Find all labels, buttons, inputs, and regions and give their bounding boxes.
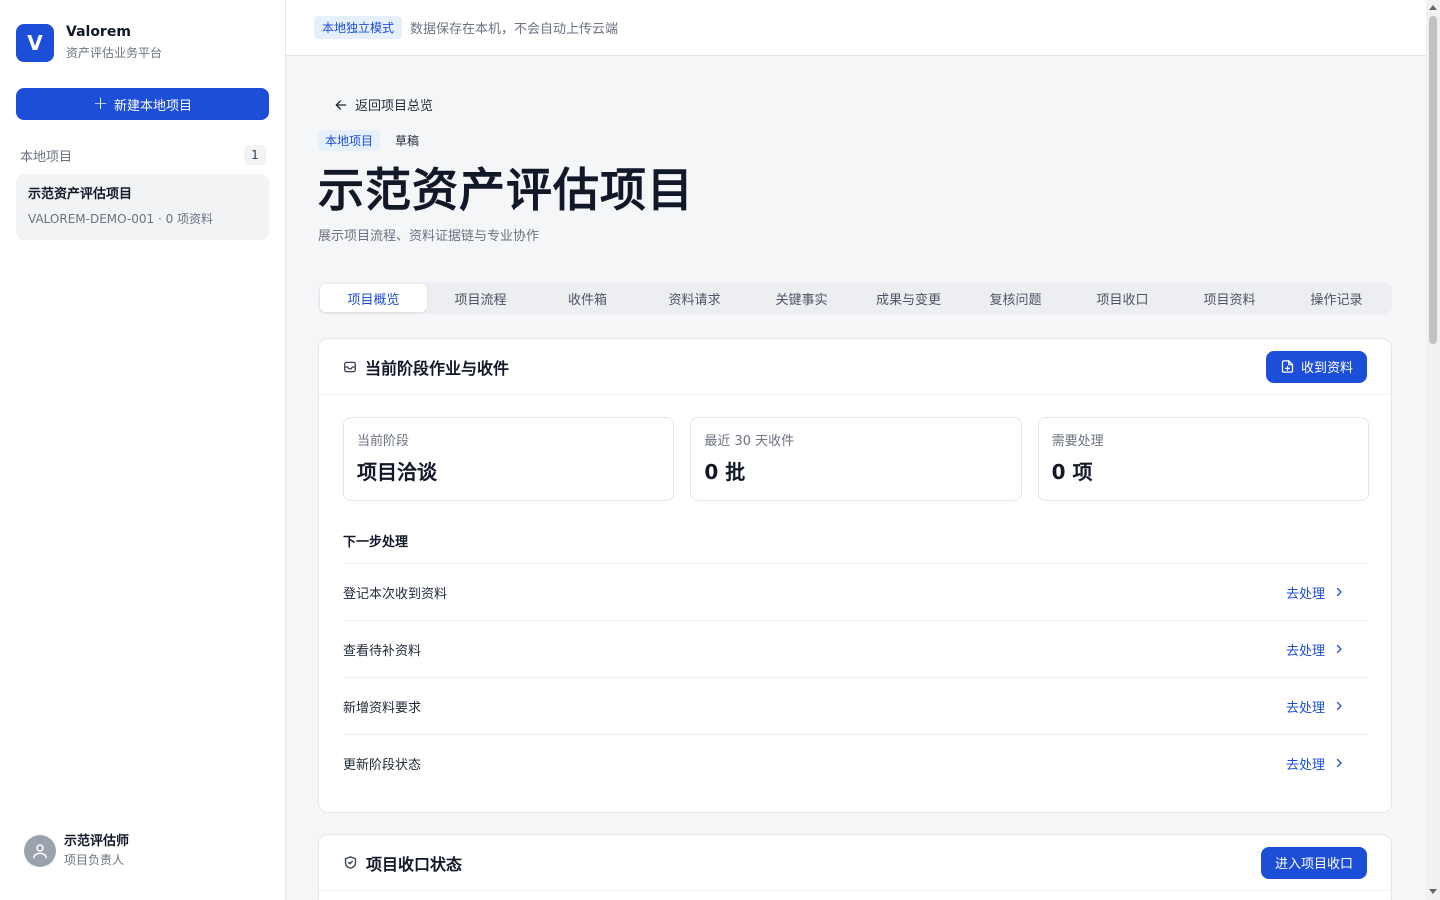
sidebar-project-name: 示范资产评估项目 bbox=[28, 187, 133, 202]
tab-requests[interactable]: 资料请求 bbox=[641, 284, 748, 312]
scroll-thumb[interactable] bbox=[1429, 16, 1437, 344]
user-profile[interactable]: 示范评估师 项目负责人 bbox=[24, 833, 129, 868]
page-title: 示范资产评估项目 bbox=[318, 163, 694, 217]
scroll-down-arrow[interactable] bbox=[1429, 889, 1437, 894]
tab-workflow[interactable]: 项目流程 bbox=[427, 284, 534, 312]
sidebar: V Valorem 资产评估业务平台 + 新建本地项目 本地项目 1 示范资产评… bbox=[0, 0, 286, 900]
go-handle-link[interactable]: 去处理 bbox=[1286, 583, 1369, 602]
brand-logo: V bbox=[16, 23, 54, 62]
tab-activity-log[interactable]: 操作记录 bbox=[1283, 284, 1390, 312]
inbox-icon bbox=[344, 361, 356, 372]
action-label: 登记本次收到资料 bbox=[343, 586, 448, 602]
tab-overview[interactable]: 项目概览 bbox=[320, 284, 427, 312]
local-projects-title: 本地项目 bbox=[20, 149, 73, 165]
closing-card-header: 项目收口状态 进入项目收口 bbox=[319, 835, 1391, 891]
back-to-overview-link[interactable]: 返回项目总览 bbox=[333, 95, 433, 114]
closing-card: 项目收口状态 进入项目收口 bbox=[318, 834, 1392, 900]
new-local-project-button[interactable]: + 新建本地项目 bbox=[16, 88, 269, 120]
list-item[interactable]: 查看待补资料 去处理 bbox=[343, 620, 1369, 677]
plus-icon: + bbox=[92, 93, 109, 114]
shield-check-icon bbox=[344, 856, 357, 869]
stat-value: 0 项 bbox=[1051, 460, 1093, 484]
scroll-up-arrow[interactable] bbox=[1429, 5, 1437, 10]
stage-card: 当前阶段作业与收件 收到资料 当前阶段 项目洽谈 最近 30 天收件 0 批 需… bbox=[318, 338, 1392, 813]
closing-card-title: 项目收口状态 bbox=[366, 854, 463, 874]
tab-documents[interactable]: 项目资料 bbox=[1176, 284, 1283, 312]
brand-subtitle: 资产评估业务平台 bbox=[66, 46, 163, 60]
project-tags: 本地项目 草稿 bbox=[318, 130, 426, 151]
tab-review-issues[interactable]: 复核问题 bbox=[962, 284, 1069, 312]
chevron-right-icon bbox=[1336, 701, 1342, 711]
brand-name: Valorem bbox=[66, 24, 131, 40]
list-item[interactable]: 登记本次收到资料 去处理 bbox=[343, 563, 1369, 620]
tag-status: 草稿 bbox=[395, 134, 420, 148]
go-handle-link[interactable]: 去处理 bbox=[1286, 697, 1369, 716]
go-handle-label: 去处理 bbox=[1285, 700, 1325, 716]
stat-value: 0 批 bbox=[704, 460, 746, 484]
new-local-project-label: 新建本地项目 bbox=[114, 98, 193, 114]
stat-pending: 需要处理 0 项 bbox=[1037, 417, 1369, 501]
file-plus-icon bbox=[1281, 360, 1294, 373]
next-steps-list: 登记本次收到资料 去处理 查看待补资料 去处理 新增资料要求 去处理 更新阶段状… bbox=[343, 563, 1369, 791]
sidebar-project-item[interactable]: 示范资产评估项目 VALOREM-DEMO-001 · 0 项资料 bbox=[16, 174, 269, 240]
stat-value: 项目洽谈 bbox=[357, 460, 437, 484]
arrow-left-icon bbox=[335, 99, 347, 110]
avatar bbox=[24, 834, 56, 867]
go-handle-label: 去处理 bbox=[1285, 586, 1325, 602]
project-tabs: 项目概览 项目流程 收件箱 资料请求 关键事实 成果与变更 复核问题 项目收口 … bbox=[318, 282, 1392, 314]
go-handle-link[interactable]: 去处理 bbox=[1286, 754, 1369, 773]
stat-label: 当前阶段 bbox=[357, 434, 410, 449]
receive-materials-label: 收到资料 bbox=[1300, 361, 1353, 376]
stat-label: 最近 30 天收件 bbox=[704, 434, 795, 449]
go-handle-link[interactable]: 去处理 bbox=[1286, 640, 1369, 659]
topbar: 本地独立模式 数据保存在本机，不会自动上传云端 bbox=[286, 0, 1426, 56]
go-handle-label: 去处理 bbox=[1285, 643, 1325, 659]
action-label: 查看待补资料 bbox=[343, 643, 422, 659]
project-count-badge: 1 bbox=[244, 145, 266, 165]
go-handle-label: 去处理 bbox=[1285, 757, 1325, 773]
action-label: 更新阶段状态 bbox=[343, 757, 422, 773]
chevron-right-icon bbox=[1336, 587, 1342, 597]
tab-closing[interactable]: 项目收口 bbox=[1069, 284, 1176, 312]
tag-local-project: 本地项目 bbox=[318, 130, 381, 151]
back-label: 返回项目总览 bbox=[355, 99, 434, 114]
brand: V Valorem 资产评估业务平台 bbox=[16, 23, 162, 62]
sidebar-project-meta: VALOREM-DEMO-001 · 0 项资料 bbox=[28, 212, 214, 226]
receive-materials-button[interactable]: 收到资料 bbox=[1265, 350, 1367, 383]
list-item[interactable]: 更新阶段状态 去处理 bbox=[343, 734, 1369, 791]
list-item[interactable]: 新增资料要求 去处理 bbox=[343, 677, 1369, 734]
page-subtitle: 展示项目流程、资料证据链与专业协作 bbox=[318, 229, 540, 244]
mode-badge: 本地独立模式 bbox=[314, 16, 403, 39]
user-icon bbox=[33, 843, 47, 858]
action-label: 新增资料要求 bbox=[343, 700, 422, 716]
stage-card-title: 当前阶段作业与收件 bbox=[365, 358, 510, 378]
stat-recent-receipts: 最近 30 天收件 0 批 bbox=[690, 417, 1022, 501]
mode-description: 数据保存在本机，不会自动上传云端 bbox=[410, 22, 619, 37]
tab-inbox[interactable]: 收件箱 bbox=[534, 284, 641, 312]
tab-key-facts[interactable]: 关键事实 bbox=[748, 284, 855, 312]
scrollbar[interactable] bbox=[1426, 0, 1440, 900]
stage-stats: 当前阶段 项目洽谈 最近 30 天收件 0 批 需要处理 0 项 bbox=[343, 417, 1369, 501]
stat-label: 需要处理 bbox=[1051, 434, 1104, 449]
chevron-right-icon bbox=[1336, 644, 1342, 654]
tab-deliverables[interactable]: 成果与变更 bbox=[855, 284, 962, 312]
stage-card-header: 当前阶段作业与收件 收到资料 bbox=[319, 339, 1391, 395]
stat-current-stage: 当前阶段 项目洽谈 bbox=[343, 417, 675, 501]
user-role: 项目负责人 bbox=[64, 853, 125, 867]
enter-closing-button[interactable]: 进入项目收口 bbox=[1260, 846, 1367, 879]
next-steps-title: 下一步处理 bbox=[343, 535, 409, 550]
local-projects-header: 本地项目 1 bbox=[20, 145, 266, 165]
chevron-right-icon bbox=[1336, 758, 1342, 768]
user-name: 示范评估师 bbox=[64, 834, 130, 849]
